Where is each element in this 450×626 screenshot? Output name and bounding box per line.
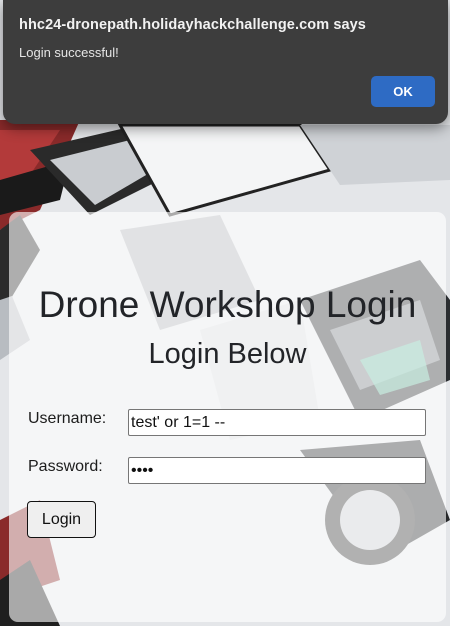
alert-title: hhc24-dronepath.holidayhackchallenge.com… xyxy=(19,17,366,33)
ok-button[interactable]: OK xyxy=(371,76,435,107)
username-label: Username: xyxy=(28,410,107,427)
alert-message: Login successful! xyxy=(19,45,119,60)
login-card: Drone Workshop Login Login Below Usernam… xyxy=(9,212,446,622)
login-button[interactable]: Login xyxy=(27,501,96,538)
username-input[interactable] xyxy=(128,409,426,436)
page-title: Drone Workshop Login xyxy=(38,284,417,325)
password-input[interactable] xyxy=(128,457,426,484)
login-subtitle: Login Below xyxy=(148,338,307,370)
password-label: Password: xyxy=(28,458,103,475)
alert-dialog: hhc24-dronepath.holidayhackchallenge.com… xyxy=(3,0,448,124)
